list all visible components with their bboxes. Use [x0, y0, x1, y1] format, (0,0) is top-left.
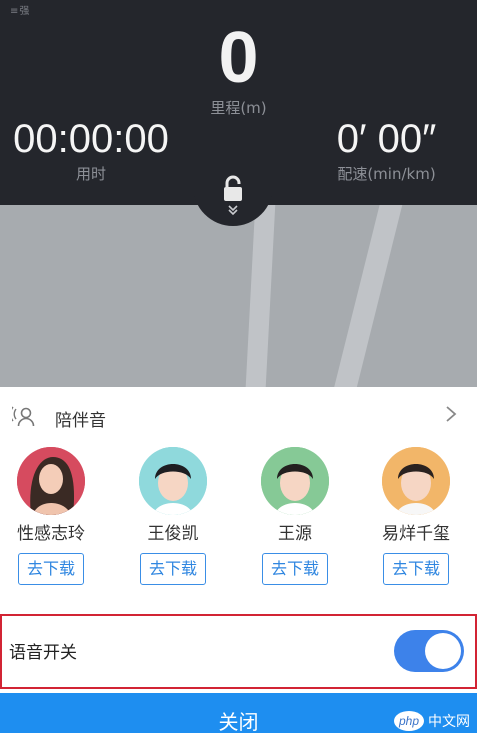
- avatar-image: [17, 447, 85, 515]
- lock-icon: [224, 175, 242, 201]
- map-view[interactable]: [0, 205, 477, 387]
- voice-switch-label: 语音开关: [9, 643, 77, 663]
- companion-voice-label: 陪伴音: [55, 411, 106, 431]
- download-button[interactable]: 去下载: [140, 553, 206, 585]
- avatar[interactable]: [17, 447, 85, 515]
- companion-voice-row[interactable]: 陪伴音: [0, 387, 477, 445]
- pace-value: 0′ 00″: [336, 117, 437, 161]
- download-button[interactable]: 去下载: [262, 553, 328, 585]
- download-button[interactable]: 去下载: [18, 553, 84, 585]
- map-road: [326, 205, 406, 387]
- voice-pack-item: 易烊千玺 去下载: [355, 445, 475, 595]
- avatar-image: [382, 447, 450, 515]
- chevron-right-icon: [446, 406, 457, 422]
- svg-text:php: php: [398, 714, 419, 728]
- toggle-knob: [425, 633, 461, 669]
- avatar-image: [139, 447, 207, 515]
- distance-value: 0: [218, 18, 259, 98]
- duration-label: 用时: [75, 165, 106, 183]
- voice-pack-item: 王俊凯 去下载: [112, 445, 232, 595]
- voice-person-icon: [12, 406, 35, 427]
- voice-switch-row: 语音开关: [0, 614, 477, 689]
- php-watermark-logo: php 中文网: [394, 711, 470, 731]
- settings-sheet: 陪伴音 性感志玲 去下载 王俊凯 去下载 王源 去下载 易烊千玺 去下载 语音开…: [0, 387, 477, 693]
- voice-toggle[interactable]: [394, 630, 464, 672]
- avatar[interactable]: [139, 447, 207, 515]
- voice-name: 易烊千玺: [382, 524, 450, 544]
- lock-screen-button[interactable]: [193, 170, 273, 226]
- voice-pack-item: 王源 去下载: [234, 445, 354, 595]
- avatar[interactable]: [261, 447, 329, 515]
- avatar[interactable]: [382, 447, 450, 515]
- map-road: [243, 205, 277, 387]
- download-button[interactable]: 去下载: [383, 553, 449, 585]
- pace-label: 配速(min/km): [337, 165, 436, 183]
- voice-name: 王源: [278, 524, 312, 544]
- gps-signal-indicator: ≡强: [10, 6, 31, 17]
- voice-pack-item: 性感志玲 去下载: [0, 445, 110, 595]
- duration-value: 00:00:00: [13, 117, 169, 161]
- chevron-down-icon: [193, 204, 273, 219]
- avatar-image: [261, 447, 329, 515]
- voice-name: 性感志玲: [17, 524, 85, 544]
- svg-text:中文网: 中文网: [428, 714, 470, 730]
- voice-name: 王俊凯: [147, 524, 199, 544]
